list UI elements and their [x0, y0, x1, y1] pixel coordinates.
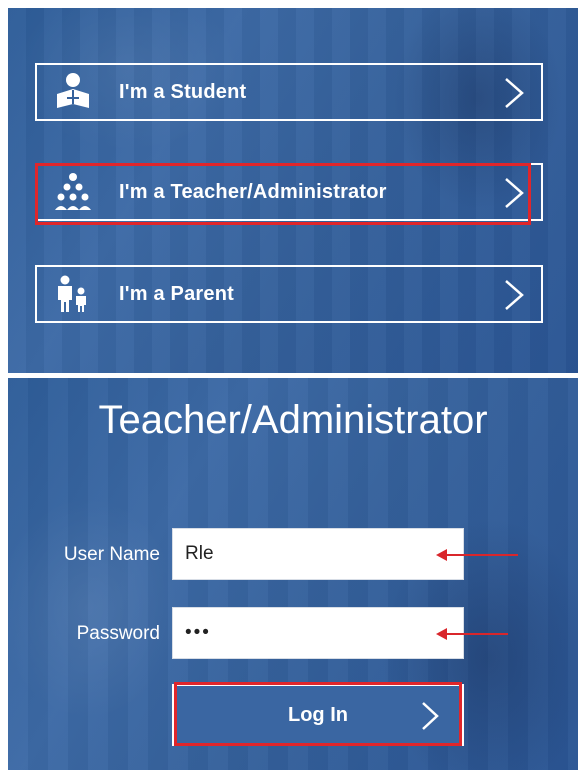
teacher-group-icon — [51, 170, 95, 214]
chevron-right-icon — [505, 280, 524, 310]
chevron-right-icon — [505, 78, 524, 108]
teacher-role-label: I'm a Teacher/Administrator — [119, 180, 387, 203]
password-arrow-annotation — [436, 628, 508, 640]
login-panel: Teacher/Administrator User Name Password… — [8, 378, 578, 770]
login-title: Teacher/Administrator — [98, 398, 488, 442]
student-role-label: I'm a Student — [119, 80, 247, 103]
username-input[interactable] — [172, 528, 464, 580]
username-label: User Name — [63, 544, 160, 565]
login-button[interactable]: Log In — [172, 684, 464, 746]
student-role-button[interactable]: I'm a Student — [35, 63, 543, 121]
chevron-right-icon — [505, 178, 524, 208]
login-button-label: Log In — [288, 703, 348, 726]
parent-role-button[interactable]: I'm a Parent — [35, 265, 543, 323]
username-arrow-annotation — [436, 549, 518, 561]
parent-role-label: I'm a Parent — [119, 282, 234, 305]
student-icon — [51, 70, 95, 114]
parent-child-icon — [51, 272, 95, 316]
password-input[interactable] — [172, 607, 464, 659]
role-selection-panel: I'm a Student I'm a Teacher/Administrato… — [8, 8, 578, 373]
password-label: Password — [76, 623, 160, 644]
chevron-right-icon — [422, 702, 439, 730]
teacher-role-button[interactable]: I'm a Teacher/Administrator — [35, 163, 543, 221]
